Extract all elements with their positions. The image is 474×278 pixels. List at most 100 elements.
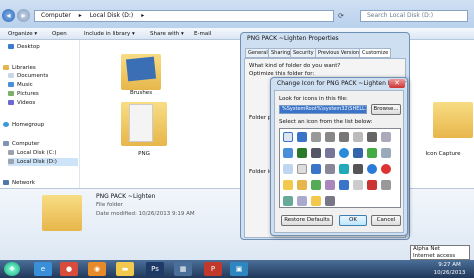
computer-icon[interactable] — [311, 164, 321, 174]
ie-icon[interactable] — [283, 148, 293, 158]
folder-icon[interactable] — [121, 102, 167, 146]
globe-icon[interactable] — [339, 148, 349, 158]
folder-label-icon-capture[interactable]: Icon Capture — [413, 151, 473, 157]
library-icon[interactable] — [283, 196, 293, 206]
icon-list[interactable] — [279, 128, 401, 208]
window-icon[interactable] — [297, 132, 307, 142]
sidebar-item-pictures[interactable]: Pictures — [8, 90, 39, 98]
refresh-icon[interactable]: ⟳ — [338, 12, 356, 21]
look-for-label: Look for icons in this file: — [279, 96, 348, 102]
sidebar-item-network[interactable]: Network — [3, 179, 35, 187]
folder-type-question: What kind of folder do you want? — [249, 63, 341, 69]
chrome-icon[interactable]: ● — [60, 262, 78, 276]
recycle-bin-icon[interactable] — [325, 164, 335, 174]
document-icon[interactable] — [353, 180, 363, 190]
error-icon[interactable] — [381, 164, 391, 174]
monitor-icon[interactable] — [381, 148, 391, 158]
search-icon[interactable] — [325, 180, 335, 190]
taskbar: ❖ e ● ◉ ▬ Ps ▦ P ▣ — [0, 260, 474, 278]
search-input[interactable]: Search Local Disk (D:) — [360, 10, 468, 22]
local-disk-crumb[interactable]: Local Disk (D:) — [90, 12, 134, 19]
powerpoint-icon[interactable]: P — [204, 262, 222, 276]
arrow-icon[interactable] — [339, 180, 349, 190]
sidebar-item-local-disk-d[interactable]: Local Disk (D:) — [8, 158, 78, 166]
window-icon[interactable] — [283, 164, 293, 174]
document-icon[interactable] — [283, 132, 293, 142]
tab-previous-versions[interactable]: Previous Versions — [315, 48, 365, 58]
folder-label-brushes[interactable]: Brushes — [111, 90, 171, 96]
printer-icon[interactable] — [311, 148, 321, 158]
navigation-pane: Desktop Libraries Documents Music Pictur… — [0, 40, 80, 188]
organize-button[interactable]: Organize ▾ — [8, 28, 37, 40]
restore-defaults-button[interactable]: Restore Defaults — [281, 215, 333, 226]
clock-time: 9:27 AM — [438, 262, 461, 268]
folder-label-png[interactable]: PNG — [114, 151, 174, 157]
folder-icon[interactable] — [297, 180, 307, 190]
sidebar-item-documents[interactable]: Documents — [8, 72, 48, 80]
drive-icon[interactable] — [311, 132, 321, 142]
start-icon[interactable]: ❖ — [4, 262, 20, 276]
control-panel-icon[interactable] — [325, 148, 335, 158]
cancel-button[interactable]: Cancel — [371, 215, 401, 226]
drive-icon[interactable] — [353, 164, 363, 174]
folder-icon[interactable] — [283, 180, 293, 190]
help-icon[interactable] — [367, 164, 377, 174]
email-button[interactable]: E-mail — [194, 28, 211, 40]
drive-icon[interactable] — [325, 132, 335, 142]
system-clock[interactable]: 9:27 AM 10/26/2013 — [425, 261, 474, 277]
sidebar-item-libraries[interactable]: Libraries — [3, 64, 36, 72]
drive-icon[interactable] — [367, 132, 377, 142]
window-icon[interactable] — [297, 196, 307, 206]
document-icon[interactable] — [297, 164, 307, 174]
network-icon[interactable] — [311, 180, 321, 190]
sidebar-item-videos[interactable]: Videos — [8, 99, 35, 107]
folder-icon[interactable] — [311, 196, 321, 206]
change-icon-dialog: Change Icon for PNG PACK ~Lighten Folder… — [270, 77, 408, 236]
browse-button[interactable]: Browse... — [371, 104, 401, 115]
drive-icon[interactable] — [381, 180, 391, 190]
close-icon[interactable]: ✕ — [389, 79, 405, 88]
drive-icon — [8, 159, 14, 164]
sidebar-item-desktop[interactable]: Desktop — [8, 43, 40, 51]
folder-preview-image — [129, 104, 153, 142]
properties-title: PNG PACK ~Lighten Properties — [247, 35, 339, 42]
address-bar[interactable]: Computer ▸ Local Disk (D:) ▸ — [34, 10, 334, 22]
app-icon[interactable]: ▦ — [174, 262, 192, 276]
network-icon[interactable] — [353, 148, 363, 158]
shutdown-icon[interactable] — [367, 180, 377, 190]
sidebar-item-music[interactable]: Music — [8, 81, 33, 89]
ok-button[interactable]: OK — [339, 215, 367, 226]
details-date: Date modified: 10/26/2013 9:19 AM — [96, 211, 195, 217]
pictures-icon — [8, 91, 14, 96]
folder-icon[interactable] — [121, 54, 161, 90]
ie-icon[interactable]: e — [34, 262, 52, 276]
sidebar-item-computer[interactable]: Computer — [3, 140, 39, 148]
computer-crumb[interactable]: Computer — [41, 12, 71, 19]
tab-customize[interactable]: Customize — [359, 48, 392, 58]
tab-security[interactable]: Security — [290, 48, 317, 58]
app-icon[interactable]: ▣ — [230, 262, 248, 276]
tab-general[interactable]: General — [245, 48, 271, 58]
include-in-library-button[interactable]: Include in library ▾ — [84, 28, 135, 40]
cd-drive-icon[interactable] — [353, 132, 363, 142]
network-icon[interactable] — [367, 148, 377, 158]
drive-icon[interactable] — [339, 132, 349, 142]
explorer-titlebar: ◂ ▸ Computer ▸ Local Disk (D:) ▸ ⟳ Searc… — [0, 0, 474, 28]
photoshop-icon[interactable]: Ps — [146, 262, 164, 276]
icon-file-input[interactable]: %SystemRoot%\system32\SHELL32.dll — [279, 105, 367, 114]
folder-icon[interactable]: ▬ — [116, 262, 134, 276]
back-icon[interactable]: ◂ — [2, 9, 15, 22]
tooltip-line: Internet access — [413, 253, 456, 259]
clock-date: 10/26/2013 — [433, 270, 466, 276]
sidebar-item-homegroup[interactable]: Homegroup — [3, 121, 44, 129]
drive-icon[interactable] — [325, 196, 335, 206]
sidebar-item-local-disk-c[interactable]: Local Disk (C:) — [8, 149, 57, 157]
media-icon[interactable] — [297, 148, 307, 158]
share-with-button[interactable]: Share with ▾ — [150, 28, 184, 40]
open-button[interactable]: Open — [52, 28, 67, 40]
folder-icon[interactable] — [433, 102, 473, 138]
forward-icon[interactable]: ▸ — [17, 9, 30, 22]
firefox-icon[interactable]: ◉ — [88, 262, 106, 276]
cd-drive-icon[interactable] — [381, 132, 391, 142]
globe-icon[interactable] — [339, 164, 349, 174]
